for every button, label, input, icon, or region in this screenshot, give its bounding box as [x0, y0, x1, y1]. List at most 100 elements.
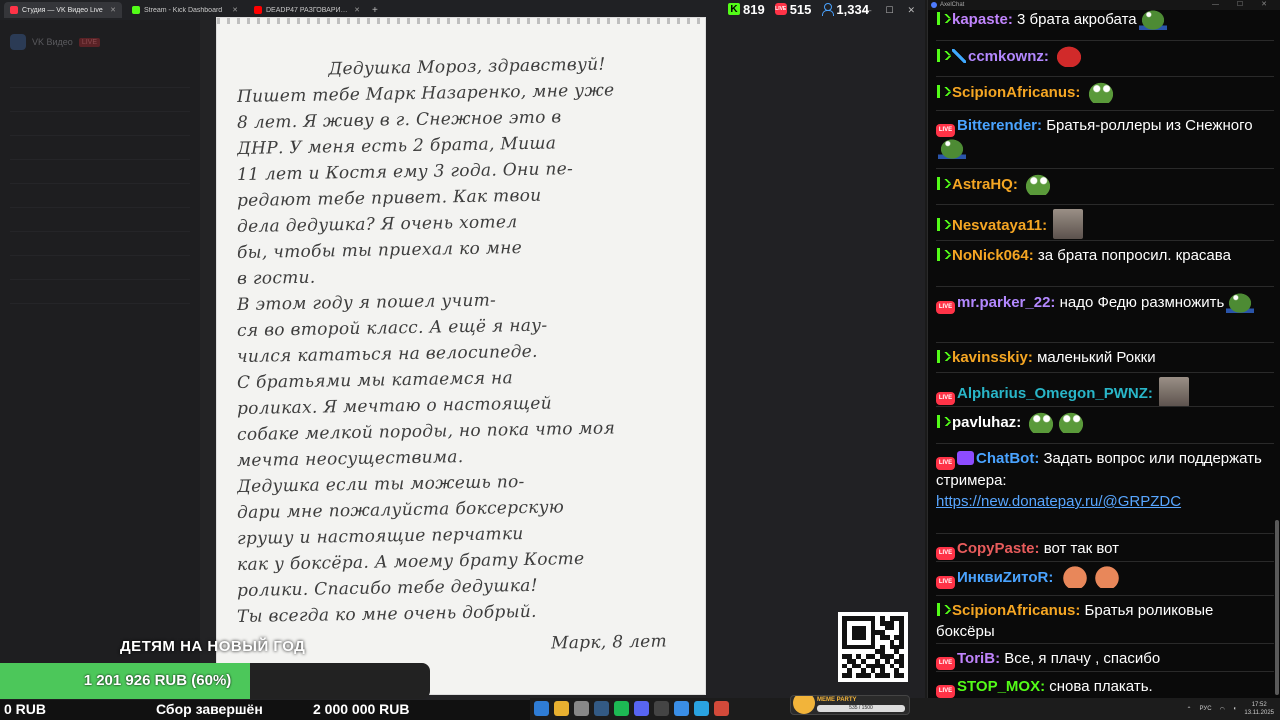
pepe-skate-emote-icon [1226, 291, 1255, 313]
chevron-up-icon[interactable]: ⌃ [1186, 706, 1191, 713]
redguy-emote-icon [1055, 45, 1084, 67]
chat-username[interactable]: Nesvataya11 [952, 217, 1042, 234]
chat-username[interactable]: Bitterender [957, 117, 1037, 134]
chat-message: Nesvataya11: [936, 204, 1274, 239]
chat-message: ccmkownz: [936, 40, 1274, 67]
browser-tab-vk-studio[interactable]: Студия — VK Видео Live ✕ [4, 2, 122, 18]
chat-message-text: Все, я плачу , спасибо [1004, 650, 1161, 667]
new-tab-button[interactable]: + [372, 5, 378, 16]
meme-party-progress: 535 / 1500 [817, 705, 905, 712]
windows-start-icon[interactable] [534, 701, 549, 716]
chat-username[interactable]: NoNick064 [952, 247, 1029, 264]
kick-badge-icon [936, 85, 951, 98]
chat-scrollbar[interactable] [1275, 520, 1279, 695]
notebook-spiral [217, 18, 705, 24]
spotify-icon[interactable] [614, 701, 629, 716]
language-indicator[interactable]: РУС [1200, 706, 1212, 712]
sidebar-row [10, 190, 190, 208]
logo-text: VK Видео [32, 37, 73, 47]
chat-username[interactable]: ccmkownz [968, 48, 1044, 65]
chat-username[interactable]: ToriB [957, 650, 995, 667]
meme-party-label: MEME PARTY [817, 697, 857, 703]
browser-tab-kick-dashboard[interactable]: Stream - Kick Dashboard ✕ [126, 2, 244, 18]
username-separator: : [1027, 349, 1033, 366]
wifi-icon[interactable]: ◠ [1220, 706, 1225, 713]
chat-username[interactable]: STOP_MOX [957, 678, 1040, 695]
chat-window-controls[interactable]: — ☐ ✕ [1212, 0, 1275, 10]
chat-username[interactable]: ScipionAfricanus [952, 602, 1075, 619]
chat-message: ScipionAfricanus: Братья роликовые боксё… [936, 595, 1274, 642]
obs-icon[interactable] [654, 701, 669, 716]
close-window-icon[interactable]: ✕ [907, 5, 915, 16]
pepe-skate-emote-icon [1138, 8, 1167, 30]
vk-favicon-icon [10, 6, 18, 14]
sidebar-row [10, 94, 190, 112]
photo-emote-icon [1159, 377, 1190, 407]
donation-title: ДЕТЯМ НА НОВЫЙ ГОД [120, 638, 306, 655]
close-tab-icon[interactable]: ✕ [354, 6, 360, 14]
chat-username[interactable]: AstraHQ [952, 176, 1013, 193]
browser-icon[interactable] [674, 701, 689, 716]
username-separator: : [1075, 602, 1081, 619]
chat-message-text: Братья-роллеры из Снежного [1046, 117, 1253, 134]
username-separator: : [1028, 247, 1034, 264]
clock-time: 17:52 [1251, 702, 1267, 708]
telegram-icon[interactable] [694, 701, 709, 716]
chat-username[interactable]: kavinsskiy [952, 349, 1028, 366]
close-tab-icon[interactable]: ✕ [232, 6, 238, 14]
username-separator: : [1037, 117, 1043, 134]
chat-username[interactable]: ИнквиZитоR [957, 569, 1048, 586]
browser-tab-youtube[interactable]: DEADP47 РАЗГОВАРИВАЕТ С ... ✕ [248, 2, 366, 18]
chat-username[interactable]: mr.parker_22 [957, 294, 1050, 311]
system-tray: ⌃ РУС ◠ ◖ 17:52 13.11.2025 [1186, 698, 1274, 720]
steam-icon[interactable] [594, 701, 609, 716]
chat-message: AstraHQ: [936, 168, 1274, 195]
total-viewer-count: 1,334 [821, 2, 869, 17]
clock[interactable]: 17:52 13.11.2025 [1244, 701, 1274, 717]
chat-message-text: надо Федю размножить [1059, 294, 1225, 311]
pepe-emote-icon [1057, 411, 1086, 433]
username-separator: : [1147, 385, 1153, 402]
chrome-icon[interactable] [554, 701, 569, 716]
donation-footer: 0 RUB Сбор завершён 2 000 000 RUB [0, 700, 530, 720]
maximize-icon[interactable]: ☐ [885, 5, 893, 16]
vk-logo-icon [10, 34, 26, 50]
chat-message: LIVE ToriB: Все, я плачу , спасибо [936, 643, 1274, 670]
volume-icon[interactable]: ◖ [1233, 706, 1237, 712]
pepe-emote-icon [1024, 173, 1053, 195]
cat-mascot-icon [793, 696, 815, 714]
close-tab-icon[interactable]: ✕ [110, 6, 116, 14]
chat-username[interactable]: kapaste [952, 11, 1008, 28]
kick-badge-icon [936, 415, 951, 428]
chat-message-text: 3 брата акробата [1017, 11, 1137, 28]
sidebar-row [10, 166, 190, 184]
vk-live-badge-icon: LIVE [936, 392, 955, 405]
chat-username[interactable]: ChatBot [976, 450, 1034, 467]
chat-username[interactable]: pavluhaz [952, 414, 1016, 431]
username-separator: : [1012, 176, 1018, 193]
vk-live-icon: LIVE [774, 3, 787, 15]
kick-badge-icon [936, 603, 951, 616]
vk-live-badge-icon: LIVE [936, 685, 955, 698]
chat-message: LIVE CopyPaste: вот так вот [936, 533, 1274, 560]
chat-username[interactable]: CopyPaste [957, 540, 1035, 557]
username-separator: : [995, 650, 1001, 667]
app-icon[interactable] [714, 701, 729, 716]
chat-panel: kapaste: 3 брата акробата ccmkownz: Scipi… [927, 0, 1280, 698]
vk-live-badge-icon: LIVE [936, 457, 955, 470]
settings-icon[interactable] [574, 701, 589, 716]
pepe-skate-emote-icon [938, 137, 966, 159]
vk-live-badge-icon: LIVE [936, 124, 955, 137]
chat-username[interactable]: Alpharius_Omegon_PWNZ [957, 385, 1148, 402]
chat-link[interactable]: https://new.donatepay.ru/@GRPZDC [936, 493, 1181, 510]
chat-message: kapaste: 3 брата акробата [936, 8, 1274, 30]
chat-message: LIVE STOP_MOX: снова плакать. [936, 671, 1274, 698]
chat-username[interactable]: ScipionAfricanus [952, 84, 1075, 101]
discord-icon[interactable] [634, 701, 649, 716]
pepe-emote-icon [1086, 81, 1115, 103]
vk-live-badge-icon: LIVE [936, 657, 955, 670]
username-separator: : [1050, 294, 1056, 311]
kick-favicon-icon [132, 6, 140, 14]
clock-date: 13.11.2025 [1244, 710, 1274, 716]
chat-message: LIVE Bitterender: Братья-роллеры из Снежн… [936, 110, 1274, 159]
